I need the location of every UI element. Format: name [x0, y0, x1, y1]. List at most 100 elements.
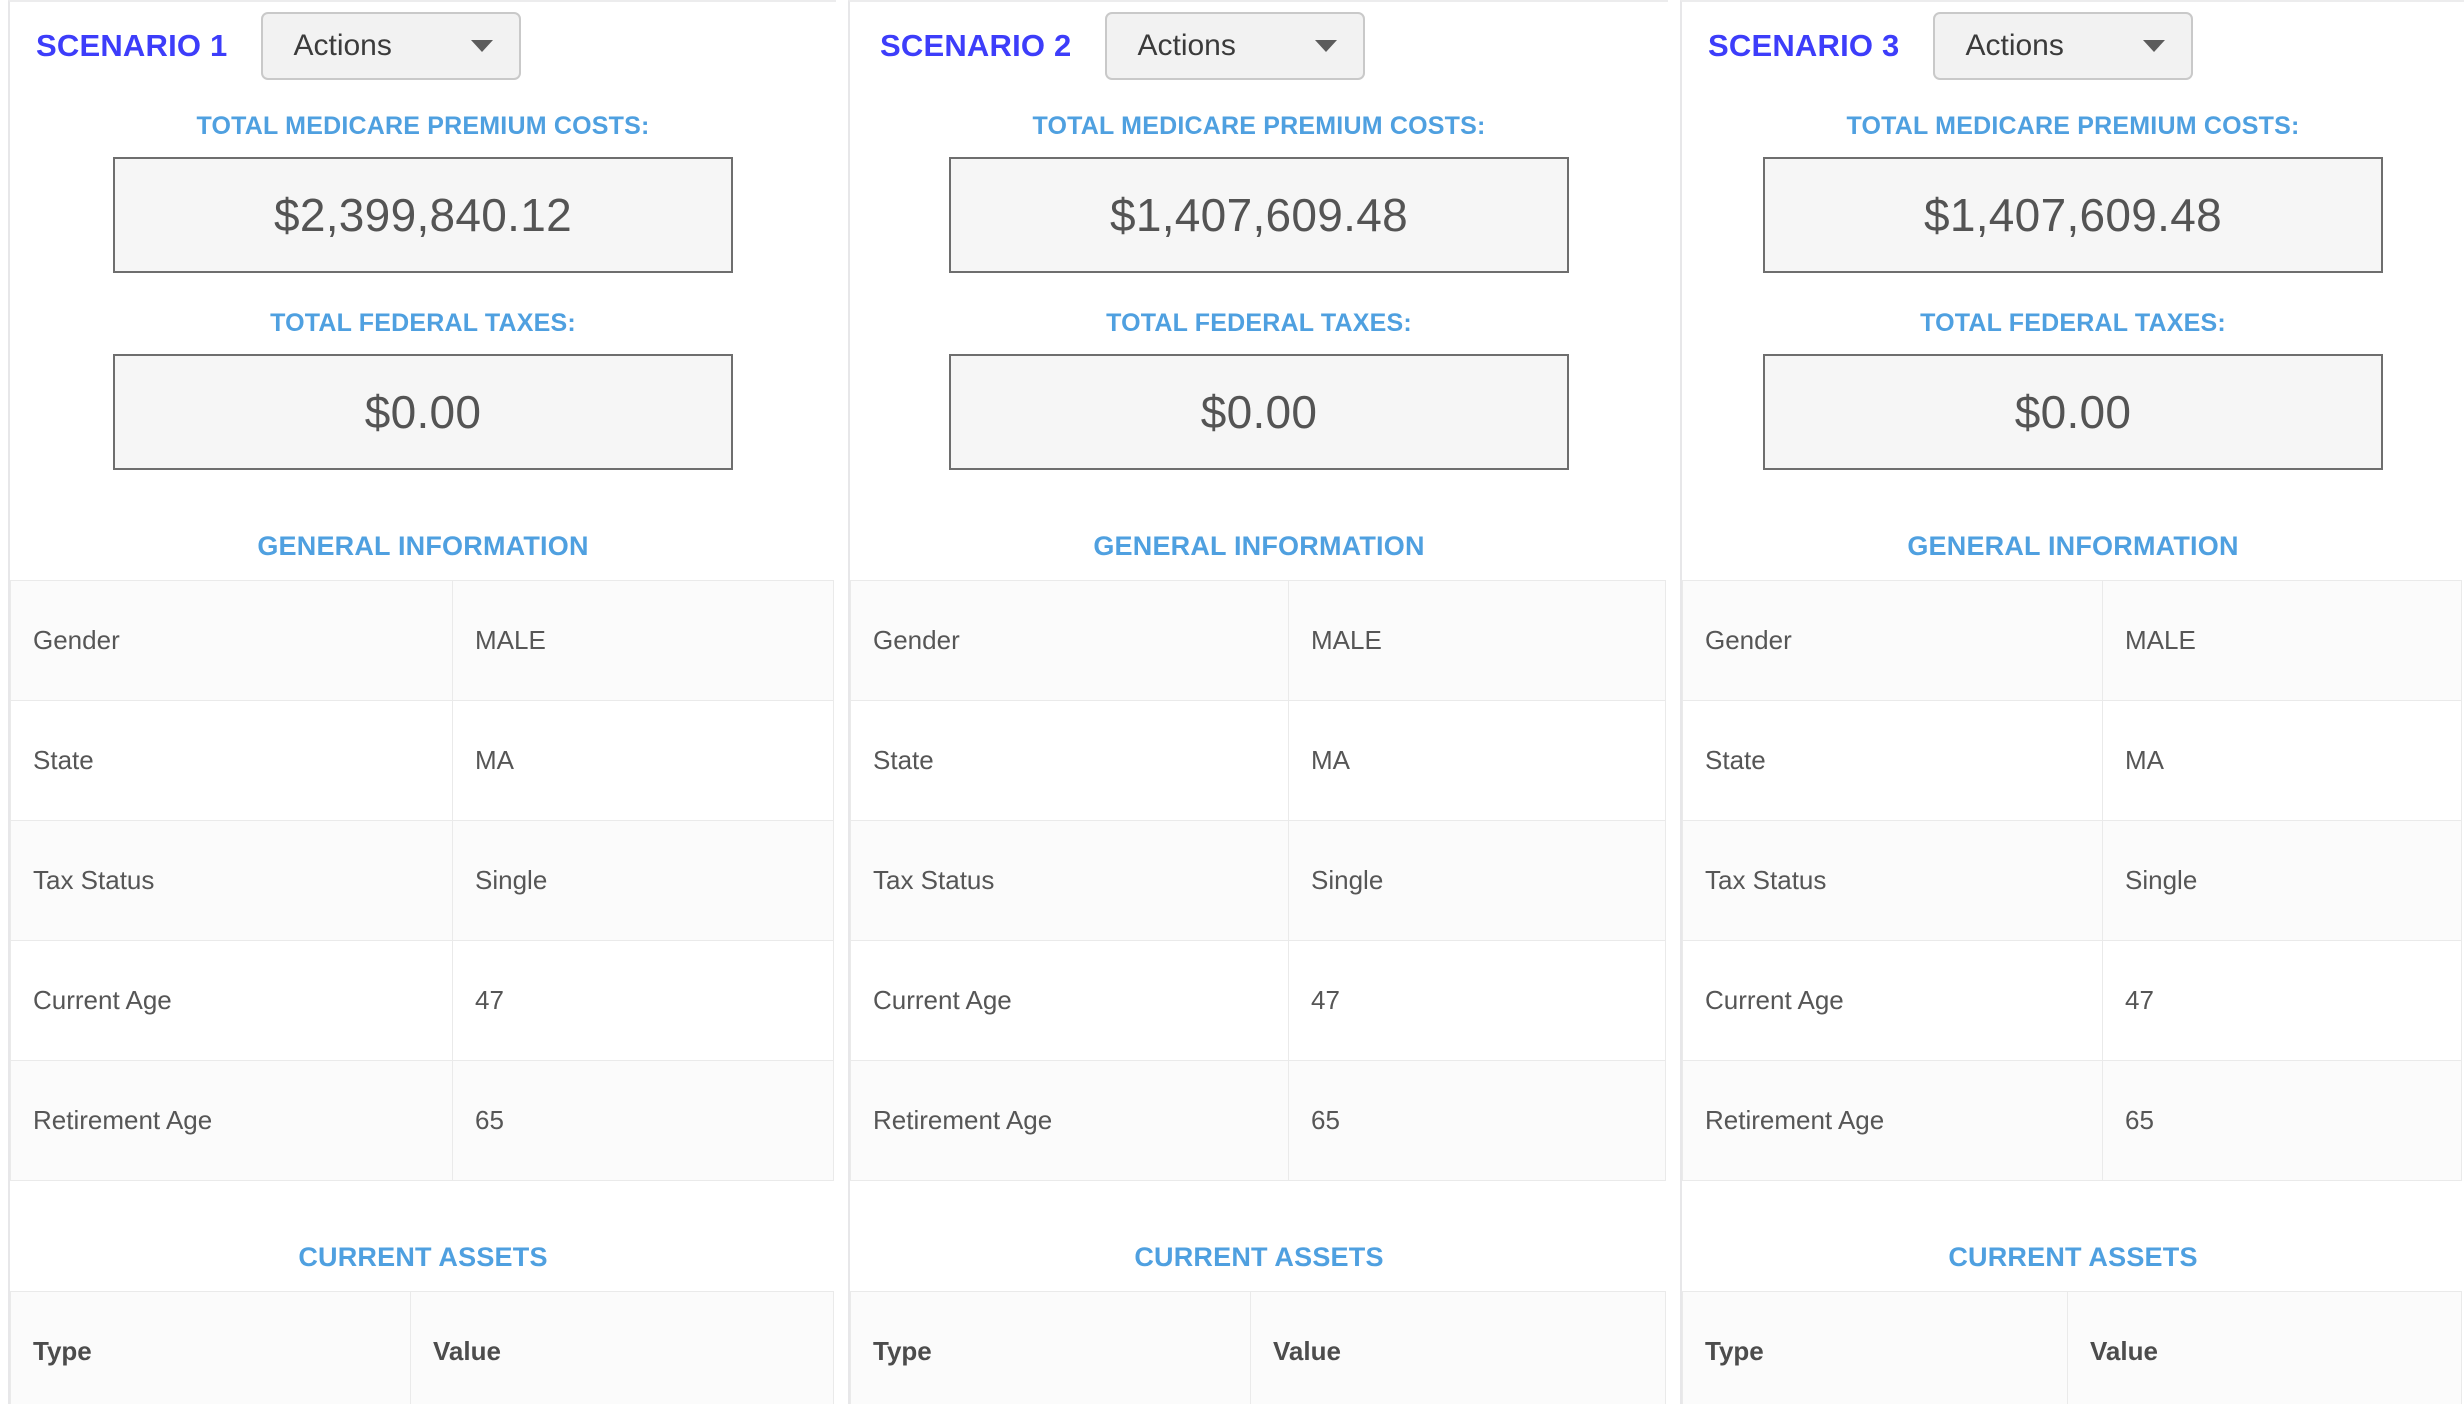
general-information-title-1: GENERAL INFORMATION	[257, 531, 589, 561]
general-information-band-1: GENERAL INFORMATION	[10, 470, 836, 580]
medicare-premium-value-1: $2,399,840.12	[273, 189, 573, 241]
actions-dropdown-3[interactable]: Actions	[1933, 12, 2194, 80]
actions-dropdown-1[interactable]: Actions	[261, 12, 522, 80]
column-header-value: Value	[1250, 1291, 1666, 1404]
actions-label-2: Actions	[1137, 29, 1236, 62]
row-value: MALE	[1288, 580, 1666, 701]
scenario-panel-1: SCENARIO 1 Actions TOTAL MEDICARE PREMIU…	[8, 0, 836, 1404]
general-information-table-2: Gender MALE State MA Tax Status Single C…	[850, 580, 1666, 1181]
row-value: Single	[452, 820, 834, 941]
table-row: Gender MALE	[1682, 580, 2462, 701]
current-assets-band-1: CURRENT ASSETS	[10, 1181, 836, 1291]
federal-taxes-label-1: TOTAL FEDERAL TAXES:	[270, 309, 576, 337]
medicare-premium-label-3: TOTAL MEDICARE PREMIUM COSTS:	[1846, 112, 2300, 140]
row-value: 65	[452, 1060, 834, 1181]
row-label: Retirement Age	[1682, 1060, 2103, 1181]
general-information-band-3: GENERAL INFORMATION	[1682, 470, 2464, 580]
row-value: 47	[1288, 940, 1666, 1061]
row-label: Current Age	[850, 940, 1289, 1061]
federal-taxes-value-1: $0.00	[364, 386, 482, 438]
federal-taxes-label-3: TOTAL FEDERAL TAXES:	[1920, 309, 2226, 337]
general-information-table-1: Gender MALE State MA Tax Status Single C…	[10, 580, 834, 1181]
row-label: Gender	[850, 580, 1289, 701]
medicare-premium-box-1: $2,399,840.12	[113, 157, 733, 273]
current-assets-title-1: CURRENT ASSETS	[298, 1242, 548, 1272]
table-row: State MA	[850, 700, 1666, 821]
table-header-row: Type Value	[850, 1291, 1666, 1404]
chevron-down-icon	[471, 40, 494, 52]
row-value: MALE	[2102, 580, 2462, 701]
scenario-title-1: SCENARIO 1	[36, 28, 228, 63]
current-assets-table-1: Type Value	[10, 1291, 834, 1404]
actions-dropdown-2[interactable]: Actions	[1105, 12, 1366, 80]
scenario-header-1: SCENARIO 1 Actions	[10, 2, 836, 90]
medicare-premium-value-2: $1,407,609.48	[1109, 189, 1409, 241]
table-row: Retirement Age 65	[1682, 1060, 2462, 1181]
medicare-premium-value-3: $1,407,609.48	[1923, 189, 2223, 241]
metric-spacer	[1682, 273, 2464, 309]
row-value: MA	[452, 700, 834, 821]
row-value: MALE	[452, 580, 834, 701]
table-row: Gender MALE	[850, 580, 1666, 701]
table-row: State MA	[10, 700, 834, 821]
table-row: Tax Status Single	[850, 820, 1666, 941]
row-label: Tax Status	[1682, 820, 2103, 941]
table-row: Tax Status Single	[10, 820, 834, 941]
row-label: Current Age	[1682, 940, 2103, 1061]
row-value: 47	[2102, 940, 2462, 1061]
metrics-block-3: TOTAL MEDICARE PREMIUM COSTS: $1,407,609…	[1682, 90, 2464, 470]
row-label: State	[850, 700, 1289, 821]
federal-taxes-label-2: TOTAL FEDERAL TAXES:	[1106, 309, 1412, 337]
current-assets-table-3: Type Value	[1682, 1291, 2462, 1404]
general-information-title-2: GENERAL INFORMATION	[1093, 531, 1425, 561]
row-label: Tax Status	[850, 820, 1289, 941]
current-assets-table-2: Type Value	[850, 1291, 1666, 1404]
general-information-table-3: Gender MALE State MA Tax Status Single C…	[1682, 580, 2462, 1181]
table-row: Gender MALE	[10, 580, 834, 701]
row-value: 47	[452, 940, 834, 1061]
federal-taxes-box-1: $0.00	[113, 354, 733, 470]
row-label: Tax Status	[10, 820, 453, 941]
table-row: Tax Status Single	[1682, 820, 2462, 941]
row-label: Gender	[1682, 580, 2103, 701]
table-row: Retirement Age 65	[10, 1060, 834, 1181]
scenario-panel-3: SCENARIO 3 Actions TOTAL MEDICARE PREMIU…	[1680, 0, 2464, 1404]
column-header-value: Value	[410, 1291, 834, 1404]
current-assets-title-2: CURRENT ASSETS	[1134, 1242, 1384, 1272]
scenario-header-3: SCENARIO 3 Actions	[1682, 2, 2464, 90]
federal-taxes-value-2: $0.00	[1200, 386, 1318, 438]
row-label: Gender	[10, 580, 453, 701]
general-information-title-3: GENERAL INFORMATION	[1907, 531, 2239, 561]
metric-spacer	[850, 273, 1668, 309]
actions-label-1: Actions	[293, 29, 392, 62]
chevron-down-icon	[2143, 40, 2166, 52]
scenario-title-3: SCENARIO 3	[1708, 28, 1900, 63]
medicare-premium-box-2: $1,407,609.48	[949, 157, 1569, 273]
row-value: Single	[2102, 820, 2462, 941]
row-label: Retirement Age	[10, 1060, 453, 1181]
table-row: Retirement Age 65	[850, 1060, 1666, 1181]
column-header-type: Type	[1682, 1291, 2068, 1404]
scenario-header-2: SCENARIO 2 Actions	[850, 2, 1668, 90]
scenario-panel-2: SCENARIO 2 Actions TOTAL MEDICARE PREMIU…	[848, 0, 1668, 1404]
row-value: 65	[2102, 1060, 2462, 1181]
federal-taxes-box-3: $0.00	[1763, 354, 2383, 470]
actions-label-3: Actions	[1965, 29, 2064, 62]
metrics-block-1: TOTAL MEDICARE PREMIUM COSTS: $2,399,840…	[10, 90, 836, 470]
current-assets-band-3: CURRENT ASSETS	[1682, 1181, 2464, 1291]
row-value: MA	[1288, 700, 1666, 821]
table-header-row: Type Value	[10, 1291, 834, 1404]
scenario-comparison-view: SCENARIO 1 Actions TOTAL MEDICARE PREMIU…	[0, 0, 2464, 1404]
row-label: State	[10, 700, 453, 821]
table-row: State MA	[1682, 700, 2462, 821]
column-header-type: Type	[850, 1291, 1251, 1404]
table-row: Current Age 47	[1682, 940, 2462, 1061]
metrics-block-2: TOTAL MEDICARE PREMIUM COSTS: $1,407,609…	[850, 90, 1668, 470]
chevron-down-icon	[1315, 40, 1338, 52]
current-assets-band-2: CURRENT ASSETS	[850, 1181, 1668, 1291]
medicare-premium-label-2: TOTAL MEDICARE PREMIUM COSTS:	[1032, 112, 1486, 140]
metric-spacer	[10, 273, 836, 309]
medicare-premium-box-3: $1,407,609.48	[1763, 157, 2383, 273]
table-header-row: Type Value	[1682, 1291, 2462, 1404]
row-value: MA	[2102, 700, 2462, 821]
